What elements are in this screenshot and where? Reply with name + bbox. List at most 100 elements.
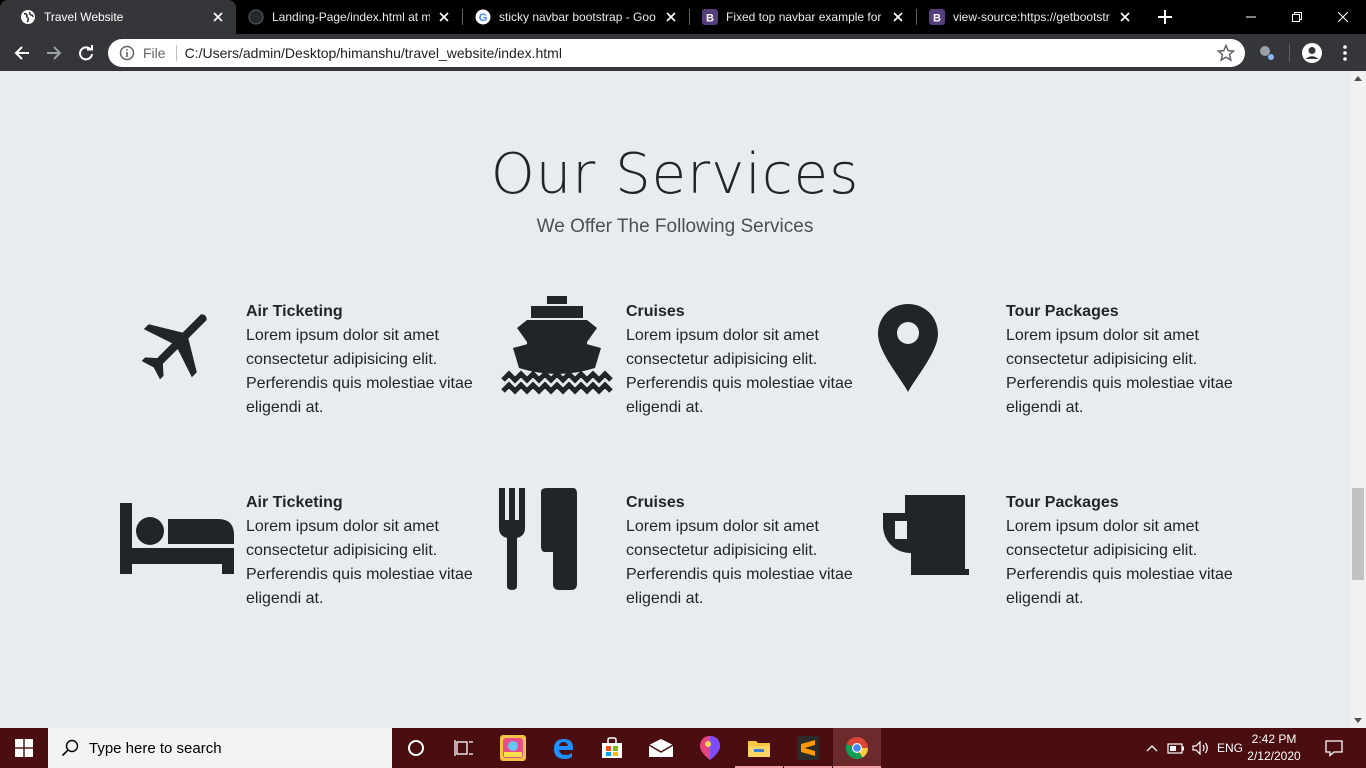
search-placeholder: Type here to search: [89, 739, 222, 757]
windows-taskbar: Type here to search ENG 2:42 PM 2/12/202…: [0, 728, 1366, 768]
plus-icon: [1158, 10, 1172, 24]
close-icon: [1338, 12, 1348, 22]
profile-button[interactable]: [1301, 42, 1323, 64]
minimize-icon: [1246, 16, 1256, 18]
tab-fixed-top-navbar[interactable]: B Fixed top navbar example for B: [682, 0, 916, 34]
back-button[interactable]: [8, 39, 36, 67]
service-title: Tour Packages: [1006, 494, 1119, 511]
svg-text:B: B: [933, 13, 941, 25]
bed-icon: [118, 491, 236, 601]
service-description: Lorem ipsum dolor sit amet consectetur a…: [626, 327, 853, 416]
taskbar-app-paint3d[interactable]: [686, 728, 734, 768]
service-title: Air Ticketing: [246, 494, 343, 511]
speaker-icon: [1192, 741, 1208, 755]
taskbar-clock[interactable]: 2:42 PM 2/12/2020: [1244, 731, 1304, 765]
reload-icon: [79, 45, 93, 61]
minimize-button[interactable]: [1228, 0, 1274, 34]
service-description: Lorem ipsum dolor sit amet consectetur a…: [626, 518, 853, 607]
task-view-button[interactable]: [440, 728, 488, 768]
tab-sticky-navbar[interactable]: G sticky navbar bootstrap - Goo: [455, 0, 689, 34]
toolbar-divider: [1289, 44, 1290, 62]
scroll-down-icon[interactable]: [1354, 718, 1362, 723]
close-tab-icon[interactable]: [210, 9, 226, 25]
service-card: Tour Packages Lorem ipsum dolor sit amet…: [878, 300, 1258, 440]
service-card: Air Ticketing Lorem ipsum dolor sit amet…: [118, 300, 498, 440]
arrow-left-icon: [14, 46, 29, 60]
tab-title: Travel Website: [44, 10, 124, 24]
tab-title: view-source:https://getbootstr: [953, 10, 1110, 24]
menu-button[interactable]: [1334, 42, 1356, 64]
folder-icon: [748, 741, 770, 757]
taskbar-app-mail[interactable]: [637, 728, 685, 768]
extension-button[interactable]: [1256, 42, 1278, 64]
sublime-text-icon: [797, 736, 819, 760]
url-text[interactable]: C:/Users/admin/Desktop/himanshu/travel_w…: [185, 45, 1217, 61]
new-tab-button[interactable]: [1154, 6, 1176, 28]
tab-landing-page[interactable]: Landing-Page/index.html at m: [228, 0, 462, 34]
battery-button[interactable]: [1164, 728, 1188, 768]
close-tab-icon[interactable]: [436, 9, 452, 25]
taskbar-search-box[interactable]: Type here to search: [48, 728, 392, 768]
chrome-icon: [845, 737, 868, 759]
service-title: Tour Packages: [1006, 303, 1119, 320]
paint-3d-icon: [700, 736, 720, 760]
service-description: Lorem ipsum dolor sit amet consectetur a…: [1006, 327, 1233, 416]
close-window-button[interactable]: [1320, 0, 1366, 34]
show-hidden-icons-button[interactable]: [1142, 728, 1162, 768]
github-icon: [248, 9, 264, 25]
search-icon: [61, 739, 79, 757]
scroll-up-icon[interactable]: [1354, 76, 1362, 81]
taskbar-app-sublime[interactable]: [784, 728, 832, 768]
close-tab-icon[interactable]: [890, 9, 906, 25]
page-scrollbar[interactable]: [1350, 71, 1366, 728]
account-circle-icon: [1302, 43, 1322, 63]
tab-view-source[interactable]: B view-source:https://getbootstr: [909, 0, 1143, 34]
bootstrap-icon: B: [702, 9, 718, 25]
more-vert-icon: [1343, 45, 1347, 61]
tab-title: sticky navbar bootstrap - Goo: [499, 10, 656, 24]
clock-date: 2/12/2020: [1247, 749, 1301, 763]
star-icon[interactable]: [1217, 44, 1235, 62]
scrollbar-thumb[interactable]: [1352, 488, 1364, 580]
start-button[interactable]: [0, 728, 48, 768]
clock-time: 2:42 PM: [1251, 732, 1297, 746]
forward-button[interactable]: [40, 39, 68, 67]
service-title: Cruises: [626, 303, 685, 320]
tab-title: Fixed top navbar example for B: [726, 10, 884, 24]
service-title: Cruises: [626, 494, 685, 511]
taskbar-app-candy[interactable]: [489, 728, 537, 768]
service-card: Air Ticketing Lorem ipsum dolor sit amet…: [118, 491, 498, 631]
plane-icon: [118, 300, 236, 410]
action-center-button[interactable]: [1318, 728, 1350, 768]
arrow-right-icon: [47, 46, 62, 60]
reload-button[interactable]: [72, 39, 100, 67]
cortana-button[interactable]: [392, 728, 440, 768]
close-tab-icon[interactable]: [663, 9, 679, 25]
close-tab-icon[interactable]: [1117, 9, 1133, 25]
taskbar-app-edge[interactable]: [539, 728, 587, 768]
svg-text:G: G: [479, 12, 488, 24]
restore-button[interactable]: [1274, 0, 1320, 34]
service-card: Cruises Lorem ipsum dolor sit amet conse…: [498, 488, 878, 631]
battery-icon: [1167, 743, 1184, 754]
input-language-button[interactable]: ENG: [1214, 728, 1246, 768]
tab-travel-website[interactable]: Travel Website: [0, 0, 236, 34]
globe-icon: [20, 9, 36, 25]
taskbar-app-chrome[interactable]: [833, 728, 881, 768]
browser-tab-strip: Travel Website Landing-Page/index.html a…: [0, 0, 1366, 34]
service-description: Lorem ipsum dolor sit amet consectetur a…: [246, 518, 473, 607]
page-viewport: Our Services We Offer The Following Serv…: [0, 71, 1350, 728]
google-icon: G: [475, 9, 491, 25]
restore-icon: [1292, 12, 1302, 22]
address-bar[interactable]: File C:/Users/admin/Desktop/himanshu/tra…: [108, 39, 1245, 67]
service-description: Lorem ipsum dolor sit amet consectetur a…: [246, 327, 473, 416]
tab-title: Landing-Page/index.html at m: [272, 10, 430, 24]
taskbar-app-store[interactable]: [588, 728, 636, 768]
info-icon: [119, 45, 135, 61]
volume-button[interactable]: [1189, 728, 1213, 768]
service-title: Air Ticketing: [246, 303, 343, 320]
game-app-icon: [500, 735, 526, 761]
taskbar-app-explorer[interactable]: [735, 728, 783, 768]
scheme-label: File: [143, 45, 166, 61]
extension-icon: [1260, 46, 1274, 60]
